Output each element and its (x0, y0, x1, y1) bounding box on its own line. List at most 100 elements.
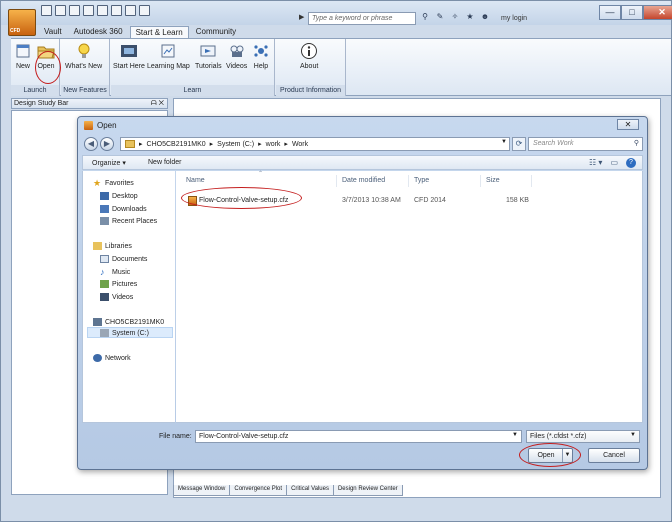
open-options-chevron-icon[interactable]: ▼ (562, 449, 572, 462)
new-folder-button[interactable]: New folder (148, 159, 181, 166)
column-header-type[interactable]: Type (414, 177, 429, 184)
ribbon-group-learn: Start Here Learning Map Tutorials Videos (111, 39, 275, 96)
start-here-button[interactable]: Start Here (113, 42, 145, 70)
column-header-name[interactable]: Name (186, 177, 205, 184)
change-view-icon[interactable]: ☷ ▾ (589, 158, 602, 168)
quick-access-toolbar (41, 5, 150, 21)
nav-item-downloads[interactable]: Downloads (100, 205, 147, 213)
new-button[interactable]: New (14, 42, 32, 70)
nav-item-documents[interactable]: Documents (100, 255, 147, 263)
nav-label: Libraries (105, 242, 132, 250)
column-header-date-modified[interactable]: Date modified (342, 177, 385, 184)
qat-redo-icon[interactable] (111, 5, 122, 16)
refresh-icon[interactable]: ⟳ (512, 137, 526, 151)
group-label-launch[interactable]: Launch (11, 85, 59, 96)
nav-item-network[interactable]: Network (93, 354, 131, 362)
tab-vault[interactable]: Vault (39, 26, 67, 38)
maximize-button[interactable]: □ (621, 5, 643, 20)
tab-design-review-center[interactable]: Design Review Center (332, 485, 403, 496)
open-button[interactable]: Open (37, 42, 55, 70)
dialog-nav-row: ◀ ▶ ▸ CHO5CB2191MK0 ▸ System (C:) ▸ work… (82, 136, 643, 152)
dialog-bottom-panel: File name: Flow-Control-Valve-setup.cfz … (82, 424, 643, 467)
favorites-icon[interactable]: ★ (465, 12, 475, 22)
chevron-down-icon[interactable]: ▼ (512, 432, 518, 438)
whats-new-button[interactable]: What's New (65, 42, 102, 70)
ribbon-group-product-info: About Product Information (276, 39, 346, 96)
help-search-input[interactable]: Type a keyword or phrase (308, 12, 416, 25)
address-bar[interactable]: ▸ CHO5CB2191MK0 ▸ System (C:) ▸ work ▸ W… (120, 137, 510, 151)
satellite-icon[interactable]: ✧ (450, 12, 460, 22)
address-segment-system-c[interactable]: System (C:) (217, 141, 254, 148)
tutorials-button[interactable]: Tutorials (195, 42, 222, 70)
tab-autodesk-360[interactable]: Autodesk 360 (69, 26, 128, 38)
about-button[interactable]: About (300, 42, 318, 70)
dialog-title-bar: Open (84, 121, 117, 130)
new-button-label: New (15, 63, 30, 70)
search-expand-icon[interactable]: ▶ (299, 13, 307, 24)
file-name-input[interactable]: Flow-Control-Valve-setup.cfz ▼ (195, 430, 522, 443)
forward-arrow-icon[interactable]: ▶ (100, 137, 114, 151)
pictures-icon (100, 280, 109, 288)
address-segment-work[interactable]: Work (292, 141, 308, 148)
qat-new-icon[interactable] (41, 5, 52, 16)
chevron-down-icon[interactable]: ▼ (501, 139, 507, 145)
search-icon[interactable]: ⚲ (634, 139, 639, 147)
qat-print-icon[interactable] (125, 5, 136, 16)
whats-new-label: What's New (65, 63, 103, 70)
file-type-select[interactable]: Files (*.cfdst *.cfz) ▼ (526, 430, 640, 443)
user-icon[interactable]: ☻ (480, 12, 490, 22)
back-arrow-icon[interactable]: ◀ (84, 137, 98, 151)
dialog-close-button[interactable]: ✕ (617, 119, 639, 130)
cancel-button[interactable]: Cancel (588, 448, 640, 463)
view-tools: ☷ ▾ ▭ ? (589, 158, 636, 168)
address-segment-work-lower[interactable]: work (266, 141, 281, 148)
qat-save-icon[interactable] (69, 5, 80, 16)
nav-item-computer[interactable]: CHO5CB2191MK0 (93, 318, 164, 326)
info-icon (300, 42, 318, 60)
minimize-button[interactable]: — (599, 5, 621, 20)
videos-button[interactable]: Videos (226, 42, 247, 70)
tab-critical-values[interactable]: Critical Values (286, 485, 334, 496)
tab-community[interactable]: Community (191, 26, 241, 38)
column-header-size[interactable]: Size (486, 177, 500, 184)
tab-start-learn[interactable]: Start & Learn (129, 26, 189, 38)
tools-icon[interactable]: ✎ (435, 12, 445, 22)
column-separator (408, 175, 409, 187)
learning-map-button[interactable]: Learning Map (147, 42, 190, 70)
qat-undo-icon[interactable] (97, 5, 108, 16)
login-label[interactable]: my login (501, 15, 527, 22)
help-icon[interactable]: ? (626, 158, 636, 168)
learning-map-icon (159, 42, 177, 60)
help-button[interactable]: Help (252, 42, 270, 70)
navigation-pane: ★ Favorites Desktop Downloads Recent Pla… (82, 171, 175, 423)
search-work-input[interactable]: Search Work ⚲ (528, 137, 643, 151)
file-name-value: Flow-Control-Valve-setup.cfz (199, 433, 289, 440)
nav-item-favorites[interactable]: ★ Favorites (93, 178, 134, 188)
star-icon: ★ (93, 178, 102, 188)
qat-options-icon[interactable] (139, 5, 150, 16)
nav-item-libraries[interactable]: Libraries (93, 242, 132, 250)
chevron-down-icon[interactable]: ▼ (630, 432, 636, 438)
nav-item-pictures[interactable]: Pictures (100, 280, 137, 288)
nav-item-recent-places[interactable]: Recent Places (100, 217, 157, 225)
tab-convergence-plot[interactable]: Convergence Plot (229, 485, 288, 496)
binoculars-icon[interactable]: ⚲ (420, 12, 430, 22)
pin-close-icon[interactable]: ᗩ ✕ (151, 99, 164, 109)
app-logo-icon[interactable]: CFD (8, 9, 36, 36)
open-dialog-button[interactable]: Open ▼ (528, 448, 573, 463)
open-dialog-button-label: Open (537, 452, 555, 459)
qat-open-icon[interactable] (55, 5, 66, 16)
file-row-name[interactable]: Flow-Control-Valve-setup.cfz (199, 197, 288, 204)
tab-message-window[interactable]: Message Window (173, 485, 231, 496)
organize-button[interactable]: Organize ▾ (92, 159, 126, 167)
nav-item-system-c[interactable]: System (C:) (100, 329, 149, 337)
drive-icon (100, 329, 109, 337)
address-segment-computer[interactable]: CHO5CB2191MK0 (147, 141, 206, 148)
qat-save-all-icon[interactable] (83, 5, 94, 16)
nav-item-videos[interactable]: Videos (100, 293, 133, 301)
ribbon-panel: New Open Launch What's New New Features (11, 38, 671, 96)
nav-item-desktop[interactable]: Desktop (100, 192, 138, 200)
nav-item-music[interactable]: ♪ Music (100, 268, 130, 277)
close-window-button[interactable]: ✕ (643, 5, 672, 20)
preview-pane-icon[interactable]: ▭ (610, 158, 618, 168)
